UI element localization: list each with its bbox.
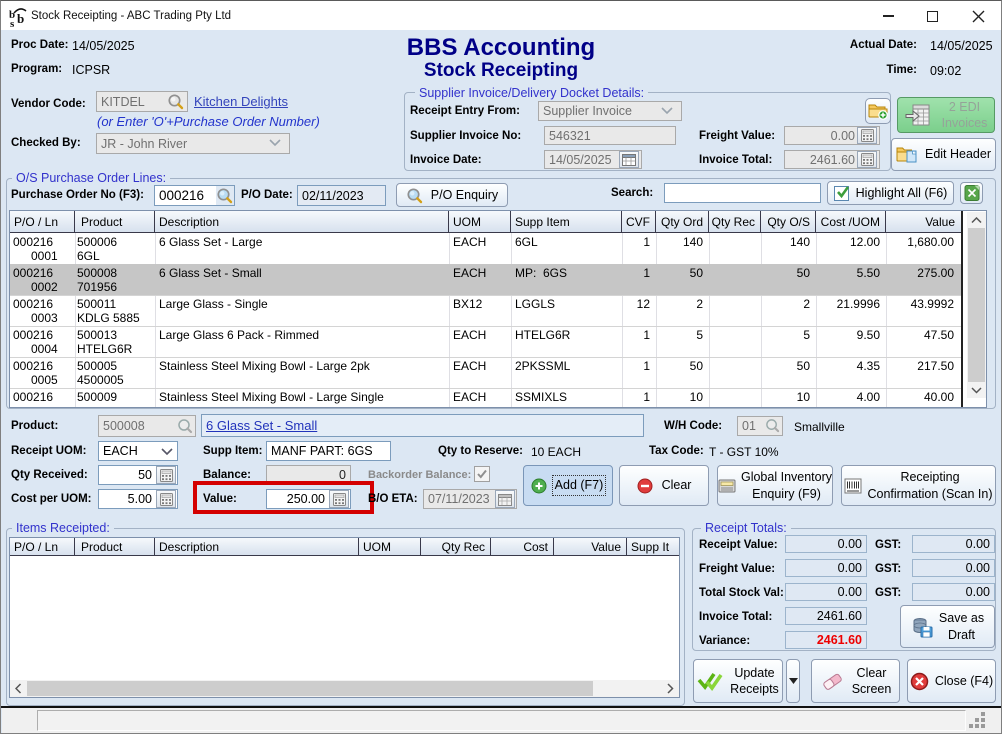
svg-text:s: s xyxy=(10,18,15,28)
svg-text:b: b xyxy=(17,11,24,26)
